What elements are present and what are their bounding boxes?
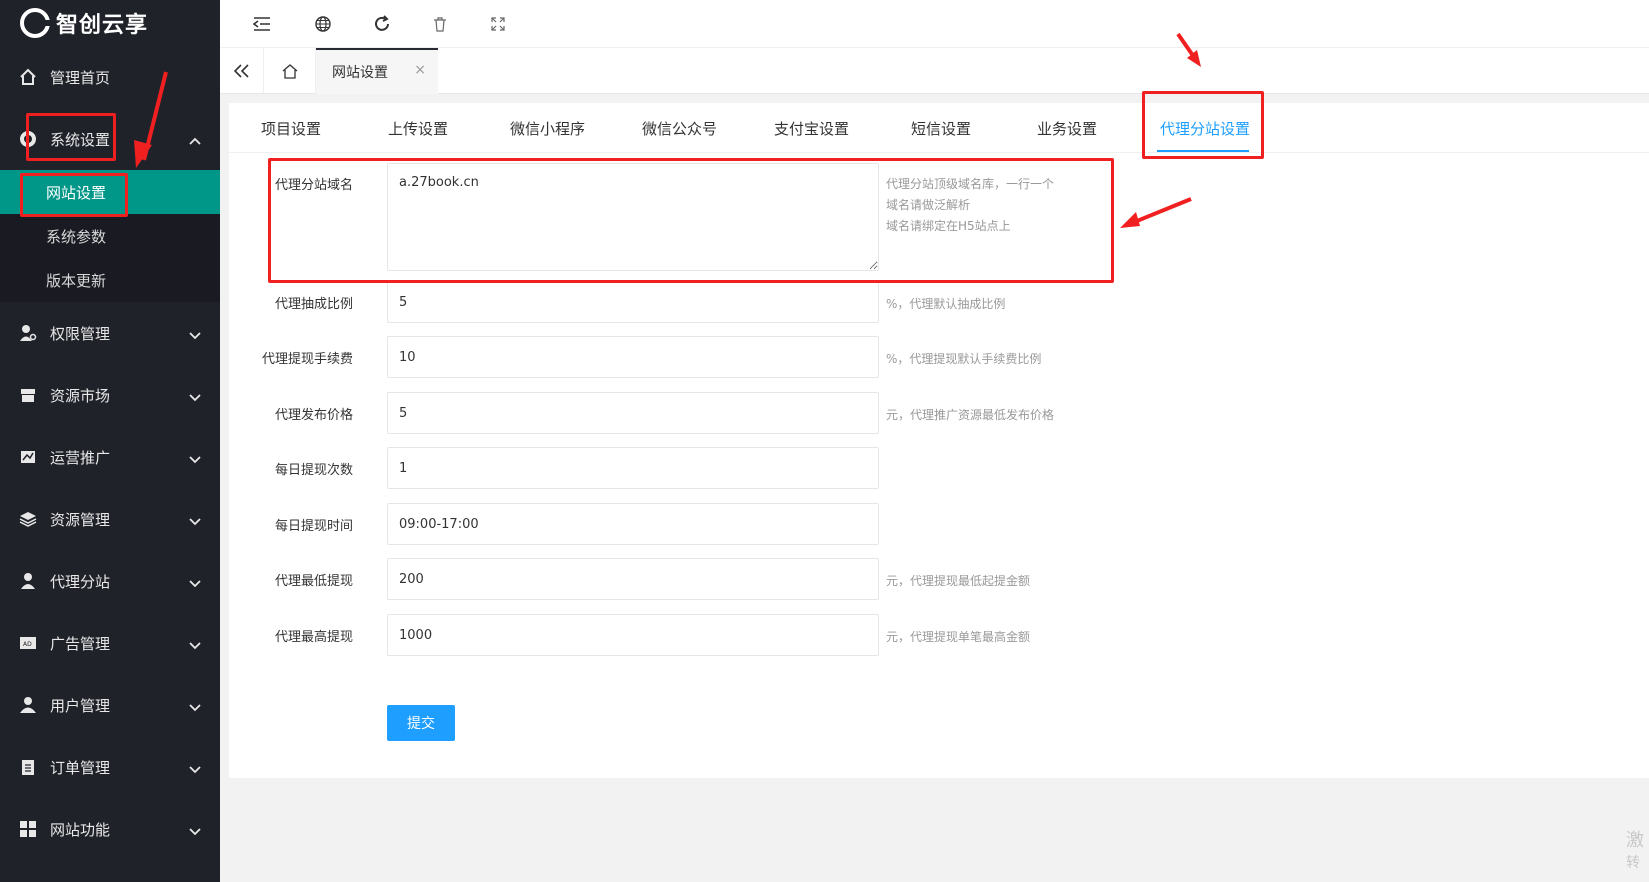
watermark-line: 激 [1626,830,1644,851]
annotation-arrow [1120,212,1140,228]
watermark-line: 转 [1626,855,1640,871]
annotation-arrow [1131,197,1192,225]
annotation-arrows [134,32,1201,228]
watermark: 激 转 [1626,830,1644,874]
